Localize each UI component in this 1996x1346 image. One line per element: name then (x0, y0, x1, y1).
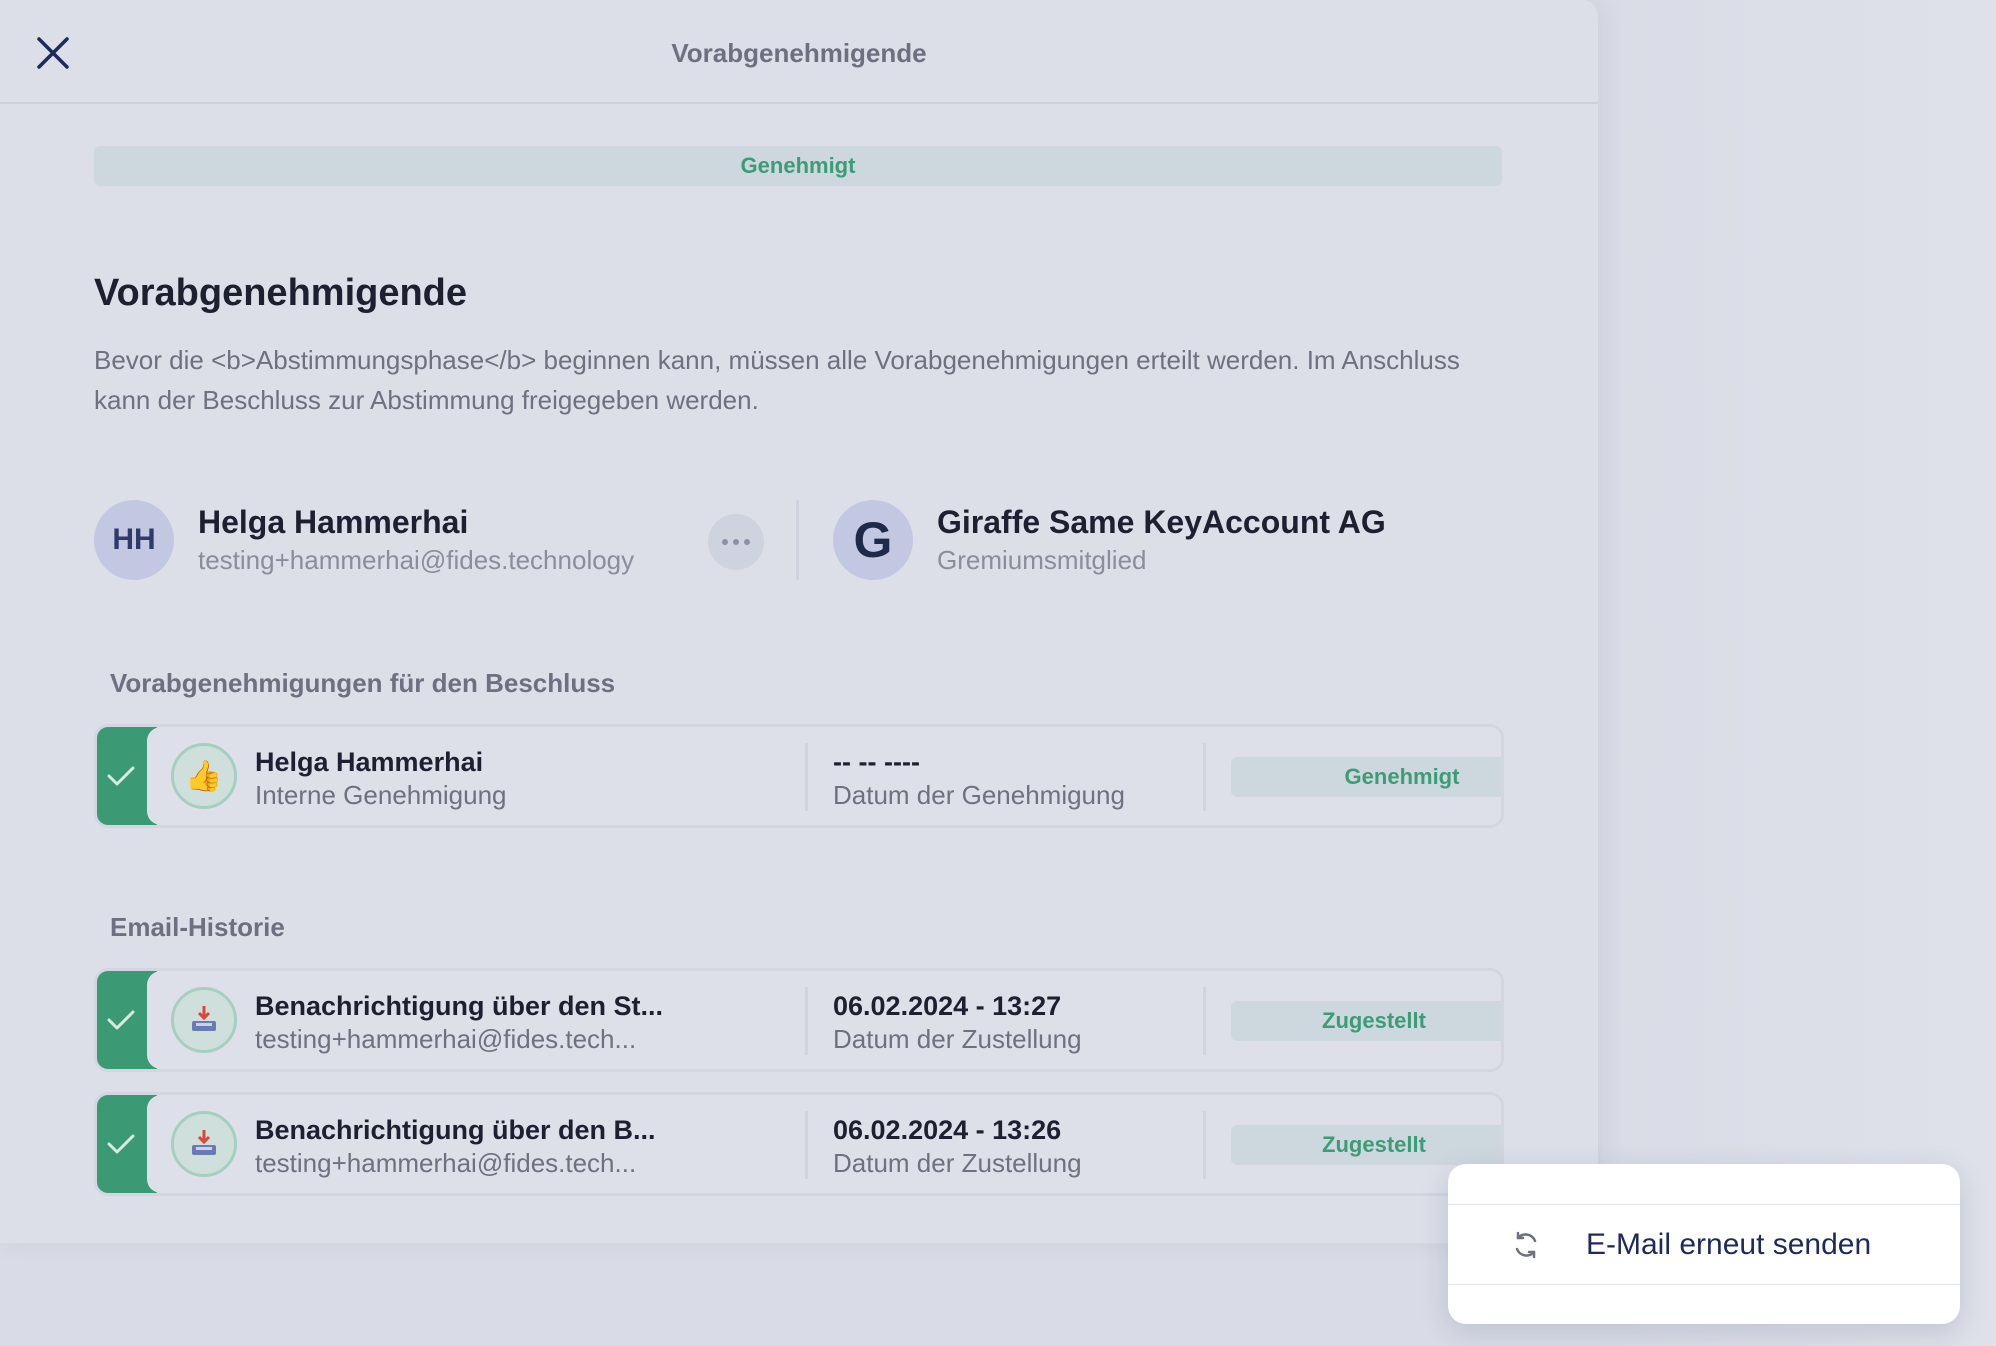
approval-date: -- -- ---- (833, 747, 920, 777)
email-recipient: testing+hammerhai@fides.tech... (255, 1024, 637, 1054)
email-history-heading: Email-Historie (110, 912, 285, 942)
more-horizontal-icon (722, 539, 750, 545)
divider (805, 1111, 808, 1179)
section-heading: Vorabgenehmigende (94, 272, 468, 314)
check-icon (107, 1010, 135, 1030)
delivery-date: 06.02.2024 - 13:27 (833, 991, 1062, 1021)
status-badge: Genehmigt (1231, 757, 1501, 797)
approval-title: Helga Hammerhai (255, 747, 484, 777)
refresh-icon (1510, 1229, 1542, 1261)
approvers-panel: Vorabgenehmigende Genehmigt Vorabgenehmi… (0, 0, 1598, 1243)
organization-avatar: G (833, 500, 913, 580)
approver-name: Helga Hammerhai (198, 504, 469, 540)
panel-header: Vorabgenehmigende (0, 0, 1598, 104)
thumbs-up-icon: 👍 (171, 743, 237, 809)
delivery-date: 06.02.2024 - 13:26 (833, 1115, 1062, 1145)
section-description: Bevor die <b>Abstimmungsphase</b> beginn… (94, 345, 1460, 415)
inbox-download-icon (171, 987, 237, 1053)
divider (1203, 743, 1206, 811)
context-menu: E-Mail erneut senden (1448, 1164, 1960, 1324)
divider (796, 500, 799, 580)
organization-name: Giraffe Same KeyAccount AG (937, 504, 1386, 540)
avatar: HH (94, 500, 174, 580)
email-subject: Benachrichtigung über den B... (255, 1115, 656, 1145)
approvals-heading: Vorabgenehmigungen für den Beschluss (110, 668, 616, 698)
check-icon (107, 766, 135, 786)
delivery-date-label: Datum der Zustellung (833, 1148, 1082, 1178)
approval-subtitle: Interne Genehmigung (255, 780, 507, 810)
approval-date-label: Datum der Genehmigung (833, 780, 1125, 810)
email-history-row: Benachrichtigung über den B... testing+h… (94, 1092, 1504, 1196)
organization-role: Gremiumsmitglied (937, 545, 1147, 575)
divider (1203, 1111, 1206, 1179)
status-banner: Genehmigt (94, 146, 1502, 186)
menu-item-label: E-Mail erneut senden (1586, 1228, 1872, 1261)
check-icon (107, 1134, 135, 1154)
status-badge: Zugestellt (1231, 1001, 1501, 1041)
email-subject: Benachrichtigung über den St... (255, 991, 664, 1021)
delivery-date-label: Datum der Zustellung (833, 1024, 1082, 1054)
approver-more-button[interactable] (708, 514, 764, 570)
status-badge: Zugestellt (1231, 1125, 1501, 1165)
approver-info: HH Helga Hammerhai testing+hammerhai@fid… (94, 500, 634, 580)
panel-title: Vorabgenehmigende (671, 38, 927, 68)
resend-email-menu-item[interactable]: E-Mail erneut senden (1448, 1206, 1960, 1284)
approver-email: testing+hammerhai@fides.technology (198, 545, 635, 575)
divider (1203, 987, 1206, 1055)
organization-info: G Giraffe Same KeyAccount AG Gremiumsmit… (833, 500, 1386, 580)
menu-divider (1448, 1204, 1960, 1205)
divider (805, 743, 808, 811)
menu-divider (1448, 1284, 1960, 1285)
approval-card: 👍 Helga Hammerhai Interne Genehmigung --… (94, 724, 1504, 828)
email-history-row: Benachrichtigung über den St... testing+… (94, 968, 1504, 1072)
inbox-download-icon (171, 1111, 237, 1177)
email-recipient: testing+hammerhai@fides.tech... (255, 1148, 637, 1178)
divider (805, 987, 808, 1055)
